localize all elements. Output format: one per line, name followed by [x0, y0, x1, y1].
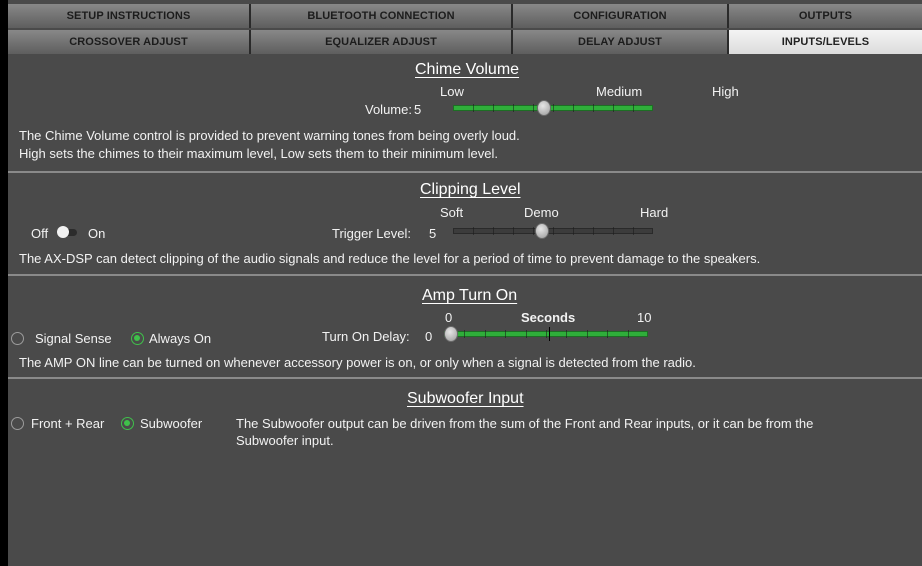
- chime-description-2: High sets the chimes to their maximum le…: [19, 146, 499, 161]
- slider-tick: [533, 104, 534, 112]
- amp-max-label: 10: [637, 310, 652, 325]
- trigger-slider-thumb[interactable]: [535, 223, 549, 239]
- chime-slider-thumb[interactable]: [537, 100, 551, 116]
- clipping-level-title: Clipping Level: [420, 181, 521, 198]
- always-on-radio[interactable]: [131, 332, 144, 345]
- slider-tick: [513, 227, 514, 235]
- slider-tick: [546, 330, 547, 338]
- chime-high-label: High: [712, 84, 739, 99]
- clipping-toggle[interactable]: [57, 226, 77, 238]
- slider-tick: [493, 104, 494, 112]
- app-frame: SETUP INSTRUCTIONS BLUETOOTH CONNECTION …: [8, 0, 922, 566]
- tab-setup-instructions[interactable]: SETUP INSTRUCTIONS: [8, 4, 251, 28]
- tab-row-1: SETUP INSTRUCTIONS BLUETOOTH CONNECTION …: [8, 4, 922, 28]
- tab-bluetooth-connection[interactable]: BLUETOOTH CONNECTION: [251, 4, 513, 28]
- clipping-demo-label: Demo: [524, 205, 559, 220]
- subwoofer-description-2: Subwoofer input.: [236, 433, 334, 448]
- chime-volume-slider[interactable]: [453, 100, 653, 116]
- slider-tick: [593, 227, 594, 235]
- subwoofer-input-title: Subwoofer Input: [407, 390, 524, 407]
- clipping-soft-label: Soft: [440, 205, 464, 220]
- slider-tick: [533, 227, 534, 235]
- divider: [8, 171, 922, 173]
- chime-volume-label: Volume:: [365, 102, 412, 117]
- slider-tick: [633, 227, 634, 235]
- slider-tick: [493, 227, 494, 235]
- turn-on-delay-label: Turn On Delay:: [322, 329, 410, 344]
- toggle-knob: [57, 226, 69, 238]
- slider-tick: [633, 104, 634, 112]
- slider-tick: [464, 330, 465, 338]
- slider-tick: [628, 330, 629, 338]
- subwoofer-description-1: The Subwoofer output can be driven from …: [236, 416, 814, 431]
- tab-outputs[interactable]: OUTPUTS: [729, 4, 922, 28]
- clipping-hard-label: Hard: [640, 205, 669, 220]
- delay-slider-midline: [549, 327, 550, 341]
- front-rear-label: Front + Rear: [31, 416, 105, 431]
- slider-tick: [553, 104, 554, 112]
- slider-tick: [573, 227, 574, 235]
- chime-volume-value: 5: [414, 102, 422, 117]
- tab-crossover-adjust[interactable]: CROSSOVER ADJUST: [8, 30, 251, 54]
- trigger-level-slider[interactable]: [453, 223, 653, 239]
- signal-sense-label: Signal Sense: [35, 331, 112, 346]
- tab-configuration[interactable]: CONFIGURATION: [513, 4, 729, 28]
- trigger-level-value: 5: [429, 226, 437, 241]
- slider-tick: [613, 227, 614, 235]
- slider-tick: [553, 227, 554, 235]
- slider-tick: [587, 330, 588, 338]
- turn-on-delay-value: 0: [425, 329, 433, 344]
- front-rear-radio[interactable]: [11, 417, 24, 430]
- chime-medium-label: Medium: [596, 84, 643, 99]
- chime-description-1: The Chime Volume control is provided to …: [19, 128, 520, 143]
- divider: [8, 274, 922, 276]
- subwoofer-radio[interactable]: [121, 417, 134, 430]
- subwoofer-label: Subwoofer: [140, 416, 203, 431]
- slider-tick: [473, 227, 474, 235]
- tab-row-2: CROSSOVER ADJUST EQUALIZER ADJUST DELAY …: [8, 30, 922, 54]
- tab-equalizer-adjust[interactable]: EQUALIZER ADJUST: [251, 30, 513, 54]
- delay-slider-thumb[interactable]: [444, 326, 458, 342]
- amp-unit-label: Seconds: [521, 310, 576, 325]
- amp-description: The AMP ON line can be turned on wheneve…: [19, 355, 696, 370]
- trigger-level-label: Trigger Level:: [332, 226, 411, 241]
- amp-min-label: 0: [445, 310, 453, 325]
- slider-tick: [607, 330, 608, 338]
- amp-turn-on-title: Amp Turn On: [422, 287, 518, 304]
- slider-tick: [566, 330, 567, 338]
- clipping-off-label: Off: [31, 226, 49, 241]
- tab-delay-adjust[interactable]: DELAY ADJUST: [513, 30, 729, 54]
- always-on-label: Always On: [149, 331, 212, 346]
- chime-volume-title: Chime Volume: [415, 61, 520, 78]
- turn-on-delay-slider[interactable]: [444, 326, 648, 342]
- slider-tick: [513, 104, 514, 112]
- slider-tick: [473, 104, 474, 112]
- slider-tick: [573, 104, 574, 112]
- slider-tick: [593, 104, 594, 112]
- clipping-description: The AX-DSP can detect clipping of the au…: [19, 251, 761, 266]
- signal-sense-radio[interactable]: [11, 332, 24, 345]
- slider-tick: [505, 330, 506, 338]
- chime-low-label: Low: [440, 84, 464, 99]
- divider: [8, 377, 922, 379]
- slider-tick: [613, 104, 614, 112]
- slider-tick: [526, 330, 527, 338]
- tab-inputs-levels[interactable]: INPUTS/LEVELS: [729, 30, 922, 54]
- slider-tick: [485, 330, 486, 338]
- clipping-on-label: On: [88, 226, 106, 241]
